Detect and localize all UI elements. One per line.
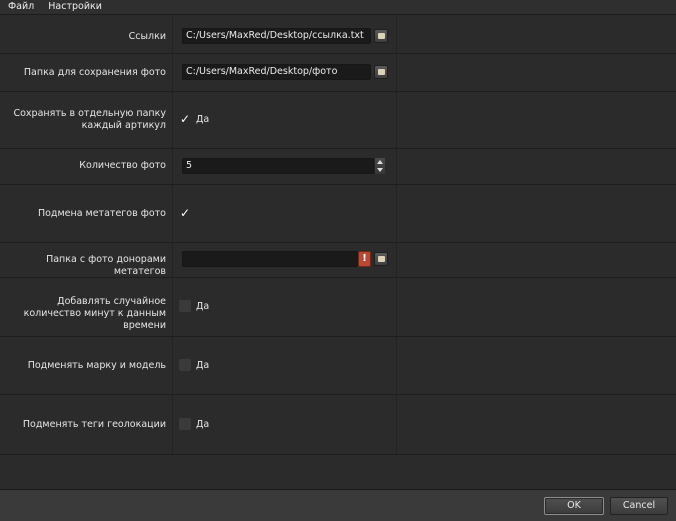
replace-geo-label: Подменять теги геолокации (22, 419, 166, 430)
ok-button[interactable]: OK (544, 497, 604, 515)
links-path-input[interactable]: C:/Users/MaxRed/Desktop/ссылка.txt (182, 28, 371, 44)
random-minutes-check-text: Да (196, 301, 210, 312)
separate-folder-check-text: Да (196, 114, 210, 125)
row-donor-folder: Папка с фото донорами метатегов ! (0, 243, 676, 278)
replace-geo-check-text: Да (196, 419, 210, 430)
replace-meta-label: Подмена метатегов фото (37, 208, 166, 219)
row-photo-count: Количество фото 5 (0, 149, 676, 185)
replace-geo-checkbox[interactable] (179, 418, 191, 430)
photo-count-spinner[interactable] (374, 158, 385, 174)
photo-folder-browse-button[interactable] (374, 65, 388, 79)
settings-panel: Ссылки C:/Users/MaxRed/Desktop/ссылка.tx… (0, 15, 676, 489)
donor-folder-label: Папка с фото донорами метатегов (46, 254, 166, 277)
warning-icon: ! (358, 251, 371, 267)
photo-folder-input[interactable]: C:/Users/MaxRed/Desktop/фото (182, 64, 371, 80)
row-random-minutes: Добавлять случайное количество минут к д… (0, 278, 676, 337)
replace-make-check-text: Да (196, 360, 210, 371)
menu-bar: Файл Настройки (0, 0, 676, 15)
folder-icon (378, 69, 385, 75)
dialog-button-bar: OK Cancel (0, 489, 676, 521)
row-replace-meta: Подмена метатегов фото ✓ (0, 185, 676, 243)
random-minutes-label: Добавлять случайное количество минут к д… (23, 296, 166, 331)
folder-icon (378, 33, 385, 39)
replace-make-label: Подменять марку и модель (27, 360, 166, 371)
row-replace-make: Подменять марку и модель Да (0, 337, 676, 395)
links-browse-button[interactable] (374, 29, 388, 43)
row-separate-folder: Сохранять в отдельную папку каждый артик… (0, 92, 676, 149)
row-links: Ссылки C:/Users/MaxRed/Desktop/ссылка.tx… (0, 15, 676, 54)
chevron-up-icon[interactable] (377, 160, 383, 164)
separate-folder-checkbox[interactable]: ✓ (179, 113, 191, 125)
menu-file[interactable]: Файл (0, 0, 40, 14)
photo-count-label: Количество фото (79, 160, 166, 171)
donor-folder-input[interactable] (182, 251, 358, 267)
donor-folder-browse-button[interactable] (374, 252, 388, 266)
row-replace-geo: Подменять теги геолокации Да (0, 395, 676, 455)
cancel-button[interactable]: Cancel (610, 497, 668, 515)
separate-folder-label: Сохранять в отдельную папку каждый артик… (13, 108, 166, 131)
links-label: Ссылки (128, 31, 166, 42)
photo-count-input[interactable]: 5 (182, 158, 374, 174)
photo-folder-label: Папка для сохранения фото (23, 67, 166, 78)
menu-settings[interactable]: Настройки (40, 0, 108, 14)
random-minutes-checkbox[interactable] (179, 300, 191, 312)
folder-icon (378, 256, 385, 262)
row-photo-folder: Папка для сохранения фото C:/Users/MaxRe… (0, 54, 676, 92)
replace-make-checkbox[interactable] (179, 359, 191, 371)
chevron-down-icon[interactable] (377, 168, 383, 172)
replace-meta-checkbox[interactable]: ✓ (179, 207, 191, 219)
